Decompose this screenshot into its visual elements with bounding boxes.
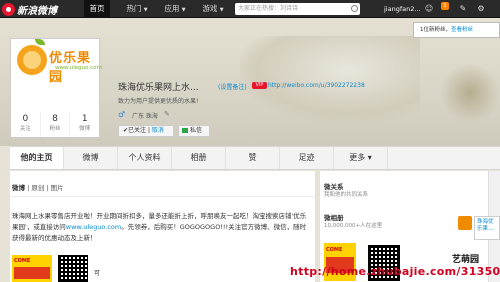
tab-weibo[interactable]: 微博 [64,147,118,169]
message-label: 私信 [190,127,203,134]
followed-label: ✔已关注 [123,127,147,134]
chat-popup-line2: 乐果... [477,226,494,232]
tab-more[interactable]: 更多 ▾ [334,147,388,169]
nav-hot[interactable]: 热门 ▼ [120,0,154,18]
post-link[interactable]: www.uleguo.com [66,223,121,231]
tab-likes[interactable]: 赞 [226,147,280,169]
follow-button[interactable]: ✔已关注 | 取消 [118,125,174,137]
top-nav-bar: 新浪微博 首页 热门 ▼ 应用 ▼ 游戏 ▼ 大家正在热搜：刘诗诗 jiangf… [0,0,500,18]
profile-name: 珠海优乐果网上水... [118,83,199,93]
tab-footprints[interactable]: 足迹 [280,147,334,169]
chat-popup[interactable]: 珠海优 乐果... [474,216,500,240]
weibo-eye-icon [2,2,15,16]
chevron-down-icon: ▼ [143,7,148,13]
chat-avatar-icon[interactable] [458,216,472,230]
user-icon[interactable]: ☺ [424,4,434,14]
stat-num: 8 [52,114,58,124]
brand-url: www.uleguo.com [55,65,102,71]
edit-icon[interactable]: ✎ [164,110,170,118]
profile-tabs: 他的主页 微博 个人资料 相册 赞 足迹 更多 ▾ [10,146,500,170]
chevron-down-icon: ▼ [181,7,186,13]
filter-pictures[interactable]: 图片 [51,184,64,192]
stat-followers[interactable]: 8 粉丝 [41,112,71,137]
search-icon[interactable] [351,5,358,12]
chat-popup-line1: 珠海优 [477,219,494,225]
tab-album[interactable]: 相册 [172,147,226,169]
profile-location: 广东 珠海 [132,113,158,120]
cover-decoration [240,36,420,121]
set-remark-link[interactable]: (设置备注) [218,82,247,91]
chevron-down-icon: ▼ [219,7,224,13]
nav-apps-label: 应用 [164,4,180,13]
view-followers-link[interactable]: 查看粉丝 [451,27,473,33]
filter-original[interactable]: 原创 [31,184,44,192]
stat-following[interactable]: 0 关注 [11,112,41,137]
vip-badge[interactable]: VIP [252,82,267,89]
weibo-logo[interactable]: 新浪微博 [2,2,57,17]
post-image[interactable] [12,255,52,282]
nav-hot-label: 热门 [126,4,142,13]
cover-decoration [440,63,500,123]
tab-profile-info[interactable]: 个人资料 [118,147,172,169]
stat-num: 1 [81,114,88,124]
nav-home[interactable]: 首页 [84,0,110,18]
stat-posts[interactable]: 1 微博 [70,112,99,137]
search-placeholder: 大家正在热搜：刘诗诗 [238,5,299,12]
watermark-title: 艺萌园 [452,255,480,265]
tab-home[interactable]: 他的主页 [10,147,64,169]
leaf-icon [35,39,45,45]
logo-text: 新浪微博 [17,5,57,17]
stat-label: 微博 [79,126,91,132]
notice-text: 1位新粉丝， [420,27,451,33]
main-feed: 微博 | 原创 | 图片 珠海网上水果零售店开业啦！开业期间折扣多，量多还能折上… [10,171,315,282]
stat-num: 0 [22,114,29,124]
username-link[interactable]: jiangfan2... [384,0,421,18]
filter-weibo[interactable]: 微博 [12,184,25,192]
watermark-url: http://home.zhubajie.com/3135022/ [290,265,500,278]
qr-caption: 可 [94,270,101,277]
blog-url-link[interactable]: http://weibo.com/u/3902272238 [268,82,365,89]
message-icon [182,128,188,133]
nav-games-label: 游戏 [202,4,218,13]
profile-stats: 0 关注 8 粉丝 1 微博 [10,112,100,138]
album-subtitle: 10,000,000+人在这里 [324,223,383,229]
post-text: 珠海网上水果零售店开业啦！开业期间折扣多，量多还能折上折，呼朋唤友一起吃！淘宝搜… [12,211,312,244]
nav-games[interactable]: 游戏 ▼ [196,0,230,18]
profile-slogan: 致力为用户提供更优质的水果! [118,98,199,105]
unfollow-link[interactable]: 取消 [152,127,164,134]
new-follower-notice: 1位新粉丝，查看粉丝 [413,22,500,38]
divider [10,196,315,197]
relations-subtitle: 我和他的共同关系 [324,192,369,198]
qr-code-image[interactable] [58,255,88,282]
feed-filter: 微博 | 原创 | 图片 [12,184,64,192]
search-input[interactable]: 大家正在热搜：刘诗诗 [235,3,360,15]
message-count-badge[interactable]: 1 [441,2,449,10]
settings-icon[interactable]: ⚙ [476,4,486,14]
orange-logo-icon [17,45,47,75]
stat-label: 关注 [19,126,31,132]
nav-apps[interactable]: 应用 ▼ [158,0,192,18]
stat-label: 粉丝 [49,126,61,132]
male-gender-icon: ♂ [118,110,126,119]
compose-icon[interactable]: ✎ [458,4,468,14]
private-message-button[interactable]: 私信 [178,125,210,137]
